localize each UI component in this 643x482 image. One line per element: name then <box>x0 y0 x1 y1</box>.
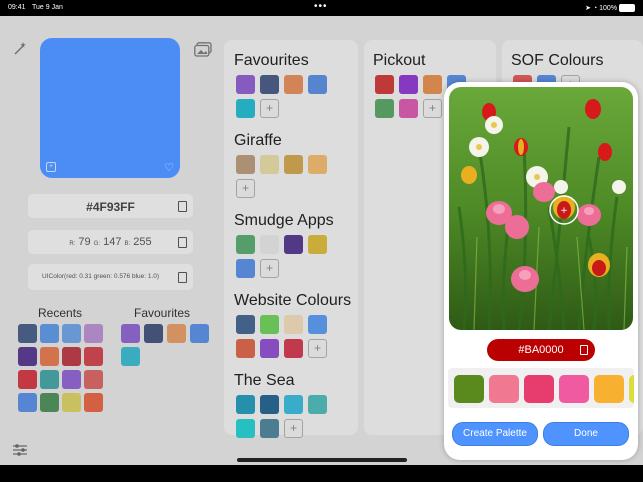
done-button[interactable]: Done <box>543 422 629 446</box>
battery-percent: 100% <box>599 5 618 12</box>
status-time: 09:41 <box>8 4 26 11</box>
picked-color-swatch[interactable] <box>524 375 554 403</box>
location-icon: ➤ <box>585 5 591 12</box>
photo-image[interactable]: + <box>449 87 633 330</box>
battery-icon <box>619 4 635 13</box>
picked-color-swatch[interactable] <box>594 375 624 403</box>
app-screen: 09:41 Tue 9 Jan ••• ➤ ◔ 100% + ♡ #4F93FF… <box>0 0 643 482</box>
picked-color-swatch[interactable] <box>559 375 589 403</box>
picked-hex-pill[interactable]: #BA0000 <box>487 339 595 361</box>
wifi-icon: ◔ <box>592 5 598 12</box>
svg-text:+: + <box>560 206 568 216</box>
status-date: Tue 9 Jan <box>32 4 63 11</box>
copy-picked-hex-icon[interactable] <box>580 345 588 355</box>
create-palette-button[interactable]: Create Palette <box>452 422 538 446</box>
picked-swatch-strip[interactable] <box>448 368 634 408</box>
picked-hex-value: #BA0000 <box>518 344 564 356</box>
status-right: ➤ ◔ 100% <box>585 4 635 13</box>
picked-color-swatch[interactable] <box>454 375 484 403</box>
picked-color-swatch[interactable] <box>489 375 519 403</box>
color-picker-popover: + #BA0000 Create Palette Done <box>444 82 638 460</box>
multitasking-dots-icon[interactable]: ••• <box>314 1 328 12</box>
bottom-bar <box>0 465 643 482</box>
picked-color-swatch[interactable] <box>629 375 634 403</box>
home-indicator[interactable] <box>237 458 407 462</box>
status-bar: 09:41 Tue 9 Jan ••• ➤ ◔ 100% <box>0 0 643 16</box>
